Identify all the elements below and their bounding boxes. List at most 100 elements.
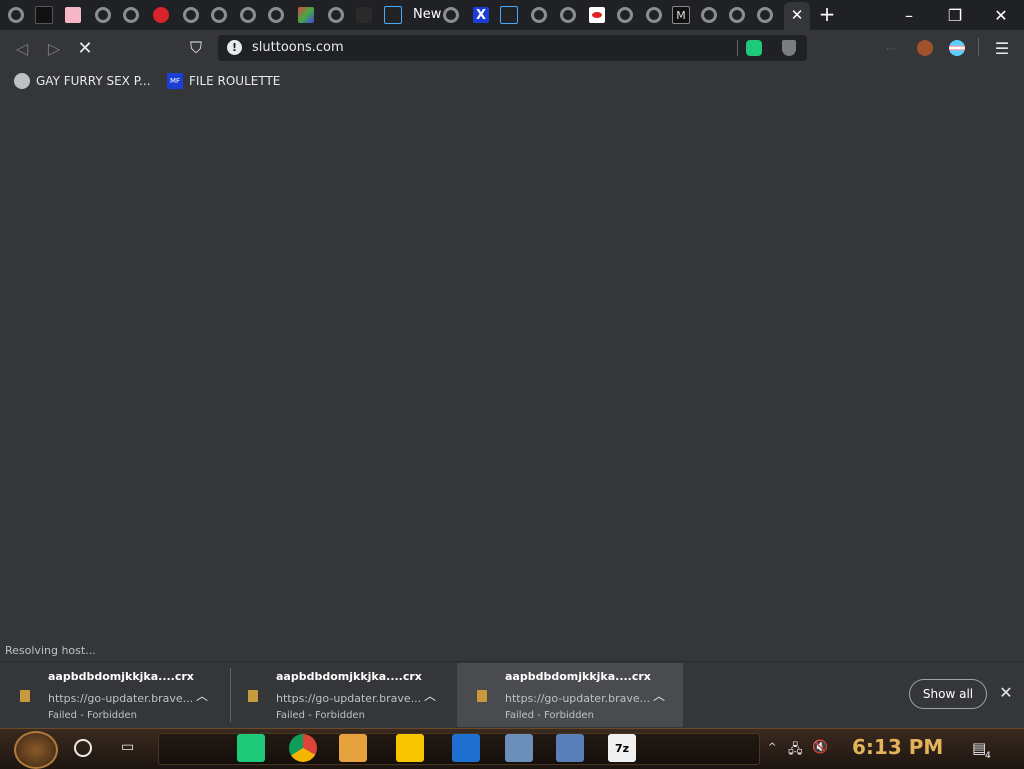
globe-icon xyxy=(8,7,24,23)
chevron-up-icon[interactable]: ︿ xyxy=(196,687,208,704)
grammarly-icon[interactable] xyxy=(746,40,762,56)
globe-icon xyxy=(757,7,773,23)
tab-27[interactable] xyxy=(754,4,776,26)
onedrive-icon[interactable] xyxy=(452,734,480,762)
clock[interactable]: 6:13 PM xyxy=(852,735,943,759)
omnibox-divider xyxy=(737,40,738,56)
tab-6[interactable] xyxy=(150,4,172,26)
tab-1[interactable] xyxy=(5,4,27,26)
mft-icon: MF xyxy=(167,73,183,89)
download-item[interactable]: aapbdbdomjkkjka....crx https://go-update… xyxy=(228,663,454,727)
close-window-button[interactable]: ✕ xyxy=(978,0,1024,30)
forward-button[interactable]: ▷ xyxy=(43,38,65,58)
grammarly-app-icon[interactable] xyxy=(237,734,265,762)
tab-23[interactable] xyxy=(643,4,665,26)
x-icon: X xyxy=(473,7,489,23)
tab-20[interactable] xyxy=(557,4,579,26)
tab-2[interactable] xyxy=(33,4,55,26)
download-filename: aapbdbdomjkkjka....crx xyxy=(505,670,651,683)
close-shelf-icon[interactable]: ✕ xyxy=(998,683,1014,702)
tab-16[interactable] xyxy=(440,4,462,26)
avatar-icon[interactable] xyxy=(917,40,933,56)
globe-icon xyxy=(560,7,576,23)
profile-icon[interactable] xyxy=(949,40,965,56)
tab-5[interactable] xyxy=(120,4,142,26)
tab-11[interactable] xyxy=(295,4,317,26)
back-button[interactable]: ◁ xyxy=(11,38,33,58)
menu-icon[interactable]: ☰ xyxy=(994,39,1010,58)
globe-icon xyxy=(328,7,344,23)
bookmark-icon[interactable]: ⛉ xyxy=(185,38,207,58)
tab-14[interactable] xyxy=(382,4,404,26)
pink-thumb-icon xyxy=(65,7,81,23)
tab-close-icon[interactable]: ✕ xyxy=(789,6,805,24)
tab-9[interactable] xyxy=(237,4,259,26)
download-item[interactable]: aapbdbdomjkkjka....crx https://go-update… xyxy=(457,663,683,727)
porn-icon xyxy=(500,6,518,24)
chevron-up-icon[interactable]: ︿ xyxy=(424,687,436,704)
download-filename: aapbdbdomjkkjka....crx xyxy=(48,670,194,683)
tab-3[interactable] xyxy=(62,4,84,26)
globe-icon xyxy=(646,7,662,23)
bookmark-label: FILE ROULETTE xyxy=(189,74,281,88)
lips-icon xyxy=(589,7,605,23)
show-all-button[interactable]: Show all xyxy=(909,679,987,709)
tab-4[interactable] xyxy=(92,4,114,26)
start-button[interactable] xyxy=(14,731,58,769)
status-bubble: Resolving host... xyxy=(0,641,101,661)
tab-13[interactable] xyxy=(353,4,375,26)
download-url: https://go-updater.brave... xyxy=(505,692,651,705)
globe-icon xyxy=(729,7,745,23)
download-url: https://go-updater.brave... xyxy=(276,692,422,705)
colorful-thumb-icon xyxy=(298,7,314,23)
download-item[interactable]: aapbdbdomjkkjka....crx https://go-update… xyxy=(0,663,226,727)
extension-icon[interactable]: ⋯ xyxy=(886,44,900,55)
download-status: Failed - Forbidden xyxy=(48,710,137,721)
new-tab-button[interactable]: + xyxy=(817,4,837,24)
download-status: Failed - Forbidden xyxy=(276,710,365,721)
file-explorer-icon[interactable] xyxy=(339,734,367,762)
tab-10[interactable] xyxy=(265,4,287,26)
globe-icon xyxy=(183,7,199,23)
minimize-button[interactable]: – xyxy=(886,0,932,30)
tab-17[interactable]: X xyxy=(470,4,492,26)
chrome-app-icon[interactable] xyxy=(289,734,317,762)
stop-loading-button[interactable]: ✕ xyxy=(74,38,96,59)
tray-expand-icon[interactable]: ^ xyxy=(768,742,776,753)
chevron-up-icon[interactable]: ︿ xyxy=(653,687,665,704)
bookmark-item-1[interactable]: GAY FURRY SEX P... xyxy=(14,73,151,89)
globe-icon xyxy=(123,7,139,23)
app-icon[interactable] xyxy=(556,734,584,762)
download-url: https://go-updater.brave... xyxy=(48,692,194,705)
network-icon[interactable]: 🖧 xyxy=(788,740,806,757)
globe-icon xyxy=(240,7,256,23)
url-text[interactable]: sluttoons.com xyxy=(252,40,344,55)
globe-icon xyxy=(701,7,717,23)
page-content xyxy=(0,97,1024,662)
tab-12[interactable] xyxy=(325,4,347,26)
restore-button[interactable]: ❐ xyxy=(932,0,978,30)
tab-22[interactable] xyxy=(614,4,636,26)
tab-26[interactable] xyxy=(726,4,748,26)
globe-icon xyxy=(443,7,459,23)
7zip-icon[interactable]: 7z xyxy=(608,734,636,762)
brave-shield-icon[interactable] xyxy=(782,40,796,56)
tab-19[interactable] xyxy=(528,4,550,26)
search-icon[interactable] xyxy=(74,739,92,757)
info-icon[interactable]: ! xyxy=(227,40,242,55)
tab-7[interactable] xyxy=(180,4,202,26)
tab-24[interactable]: M xyxy=(670,4,692,26)
mail-icon[interactable] xyxy=(505,734,533,762)
tab-8[interactable] xyxy=(208,4,230,26)
bookmark-item-2[interactable]: MF FILE ROULETTE xyxy=(167,73,280,89)
volume-muted-icon[interactable]: 🔇 xyxy=(812,740,830,755)
task-view-icon[interactable]: ▭ xyxy=(121,739,139,755)
tab-21[interactable] xyxy=(586,4,608,26)
tab-18[interactable] xyxy=(498,4,520,26)
tab-new-label[interactable]: New xyxy=(413,7,441,22)
tab-25[interactable] xyxy=(698,4,720,26)
sticky-notes-icon[interactable] xyxy=(396,734,424,762)
globe-icon xyxy=(531,7,547,23)
bookmarks-bar xyxy=(0,66,1024,96)
file-icon xyxy=(248,690,258,702)
